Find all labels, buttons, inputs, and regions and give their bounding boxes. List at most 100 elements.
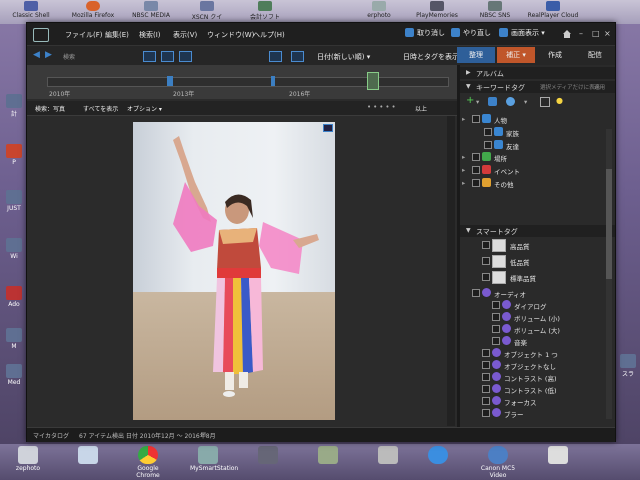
keyword-tag-row[interactable]: 友達 <box>460 139 615 151</box>
back-arrow-icon[interactable]: ◀ <box>33 50 40 60</box>
smart-tag-row[interactable]: オーディオ <box>460 287 615 299</box>
menu-search[interactable]: 検索(I) <box>139 30 161 40</box>
taskbar-icon-canon[interactable]: Canon MC5 Video <box>480 446 516 479</box>
desktop-icon-left[interactable]: M <box>3 328 25 350</box>
view-icon[interactable] <box>143 51 156 62</box>
section-keyword-tags[interactable]: ▼ キーワードタグ 選択メディアだけに表示 適用 <box>460 81 615 93</box>
chevron-right-icon[interactable]: ▸ <box>462 179 465 187</box>
keyword-tag-row[interactable]: ▸ イベント <box>460 164 615 176</box>
options-button[interactable]: オプション ▾ <box>127 104 162 113</box>
monitor-icon[interactable] <box>291 51 304 62</box>
menu-view[interactable]: 表示(V) <box>173 30 197 40</box>
tag-image-icon[interactable] <box>488 97 497 106</box>
desktop-icon-classic-shell[interactable]: Classic Shell <box>4 0 58 22</box>
desktop-icon-playmemories[interactable]: PlayMemories <box>410 0 464 22</box>
tag-checkbox[interactable] <box>482 349 490 357</box>
desktop-icon-xscn[interactable]: XSCN クイ <box>180 0 234 22</box>
desktop-icon-left[interactable]: Wi <box>3 238 25 260</box>
desktop-icon-firefox[interactable]: Mozilla Firefox <box>66 0 120 22</box>
tag-checkbox[interactable] <box>492 337 500 345</box>
tag-checkbox[interactable] <box>472 153 480 162</box>
desktop-icon-nbsc-media[interactable]: NBSC MEDIA <box>124 0 178 22</box>
taskbar-icon[interactable] <box>250 446 286 465</box>
tag-checkbox[interactable] <box>484 127 492 136</box>
timeline[interactable]: 2010年 2013年 2016年 <box>27 65 457 99</box>
section-smart-tags[interactable]: ▼ スマートタグ <box>460 225 615 237</box>
desktop-icon-left[interactable]: JUST <box>3 190 25 212</box>
tag-checkbox[interactable] <box>484 140 492 149</box>
desktop-icon-erphoto[interactable]: erphoto <box>352 0 406 22</box>
tag-checkbox[interactable] <box>492 301 500 309</box>
tag-checkbox[interactable] <box>492 313 500 321</box>
view-icon[interactable] <box>179 51 192 62</box>
apply-button[interactable]: 適用 <box>594 83 605 91</box>
tag-checkbox[interactable] <box>472 115 480 123</box>
menu-window[interactable]: ウィンドウ(W) <box>207 30 254 40</box>
keyword-tag-row[interactable]: ▸ その他 <box>460 177 615 189</box>
tag-checkbox[interactable] <box>482 361 490 369</box>
smart-tag-row[interactable]: オブジェクトなし <box>460 359 615 371</box>
tag-checkbox[interactable] <box>482 241 490 249</box>
rating-condition[interactable]: 以上 <box>415 104 427 113</box>
smart-tag-row[interactable]: 低品質 <box>460 255 615 268</box>
panel-scrollbar[interactable] <box>606 129 612 419</box>
taskbar-icon-mysmartstation[interactable]: MySmartStation <box>190 446 238 472</box>
sort-select[interactable]: 日付(新しい順) ▾ <box>317 52 370 62</box>
minimize-icon[interactable]: – <box>579 29 583 38</box>
home-icon[interactable] <box>562 29 572 39</box>
smart-tag-row[interactable]: 標準品質 <box>460 271 615 284</box>
desktop-icon-left[interactable]: P <box>3 144 25 166</box>
taskbar-icon[interactable] <box>70 446 106 465</box>
menu-edit[interactable]: 編集(E) <box>105 30 129 40</box>
smart-tag-row[interactable]: ダイアログ <box>460 299 615 311</box>
tab-organize[interactable]: 整理 <box>457 47 495 63</box>
tag-checkbox[interactable] <box>482 373 490 381</box>
keyword-tag-row[interactable]: ▸ 場所 <box>460 151 615 163</box>
keyword-tag-row[interactable]: ▸ 人物 <box>460 113 615 125</box>
chevron-right-icon[interactable]: ▸ <box>462 153 465 161</box>
tag-checkbox[interactable] <box>482 273 490 281</box>
media-filter-label[interactable]: 選択メディアだけに表示 <box>540 83 600 91</box>
tag-checkbox[interactable] <box>472 166 480 175</box>
tag-checkbox[interactable] <box>482 409 490 417</box>
add-icon[interactable]: + <box>466 95 474 106</box>
smart-tag-row[interactable]: ブラー <box>460 407 615 419</box>
maximize-icon[interactable]: □ <box>592 29 600 38</box>
tab-share[interactable]: 配信 <box>577 47 613 63</box>
smart-tag-row[interactable]: 高品質 <box>460 239 615 252</box>
taskbar-icon[interactable] <box>540 446 576 465</box>
tag-checkbox[interactable] <box>482 257 490 265</box>
chevron-right-icon[interactable]: ▸ <box>462 115 465 123</box>
smart-tag-row[interactable]: コントラスト (高) <box>460 371 615 383</box>
timeline-handle[interactable] <box>367 72 379 90</box>
desktop-icon-nbsc-sns[interactable]: NBSC SNS <box>468 0 522 22</box>
desktop-icon-realplayer[interactable]: RealPlayer Cloud <box>526 0 580 22</box>
chevron-right-icon[interactable]: ▸ <box>462 166 465 174</box>
thumbnail-size-icon[interactable] <box>269 51 282 62</box>
section-album[interactable]: ▶ アルバム <box>460 67 615 79</box>
catalog-name[interactable]: マイカタログ <box>33 431 69 440</box>
tab-create[interactable]: 作成 <box>537 47 573 63</box>
tag-checkbox[interactable] <box>472 289 480 297</box>
desktop-icon-left[interactable]: 計 <box>3 94 25 118</box>
menu-help[interactable]: ヘルプ(H) <box>253 30 285 40</box>
tag-checkbox[interactable] <box>492 325 500 333</box>
desktop-icon-left[interactable]: Med <box>3 364 25 386</box>
view-icon[interactable] <box>161 51 174 62</box>
smart-tag-row[interactable]: 音楽 <box>460 335 615 347</box>
desktop-icon-slideshow[interactable]: スラ <box>617 354 639 378</box>
forward-arrow-icon[interactable]: ▶ <box>45 50 52 60</box>
undo-button[interactable]: 取り消し <box>405 28 445 38</box>
chevron-down-icon[interactable]: ▾ <box>524 98 527 106</box>
taskbar-icon-zephoto[interactable]: zephoto <box>10 446 46 472</box>
chevron-down-icon[interactable]: ▾ <box>476 98 479 106</box>
tab-fix[interactable]: 補正 ▾ <box>497 47 535 63</box>
desktop-icon-left[interactable]: Ado <box>3 286 25 308</box>
desktop-icon-accounting[interactable]: 会計ソフト <box>238 0 292 22</box>
tag-filter-icon[interactable] <box>540 97 550 107</box>
taskbar-icon-ie[interactable] <box>420 446 456 465</box>
keyword-tag-row[interactable]: 家族 <box>460 126 615 138</box>
smart-tag-row[interactable]: オブジェクト 1 つ <box>460 347 615 359</box>
show-all-button[interactable]: すべてを表示 <box>83 104 118 113</box>
bulb-icon[interactable]: ● <box>556 96 563 105</box>
